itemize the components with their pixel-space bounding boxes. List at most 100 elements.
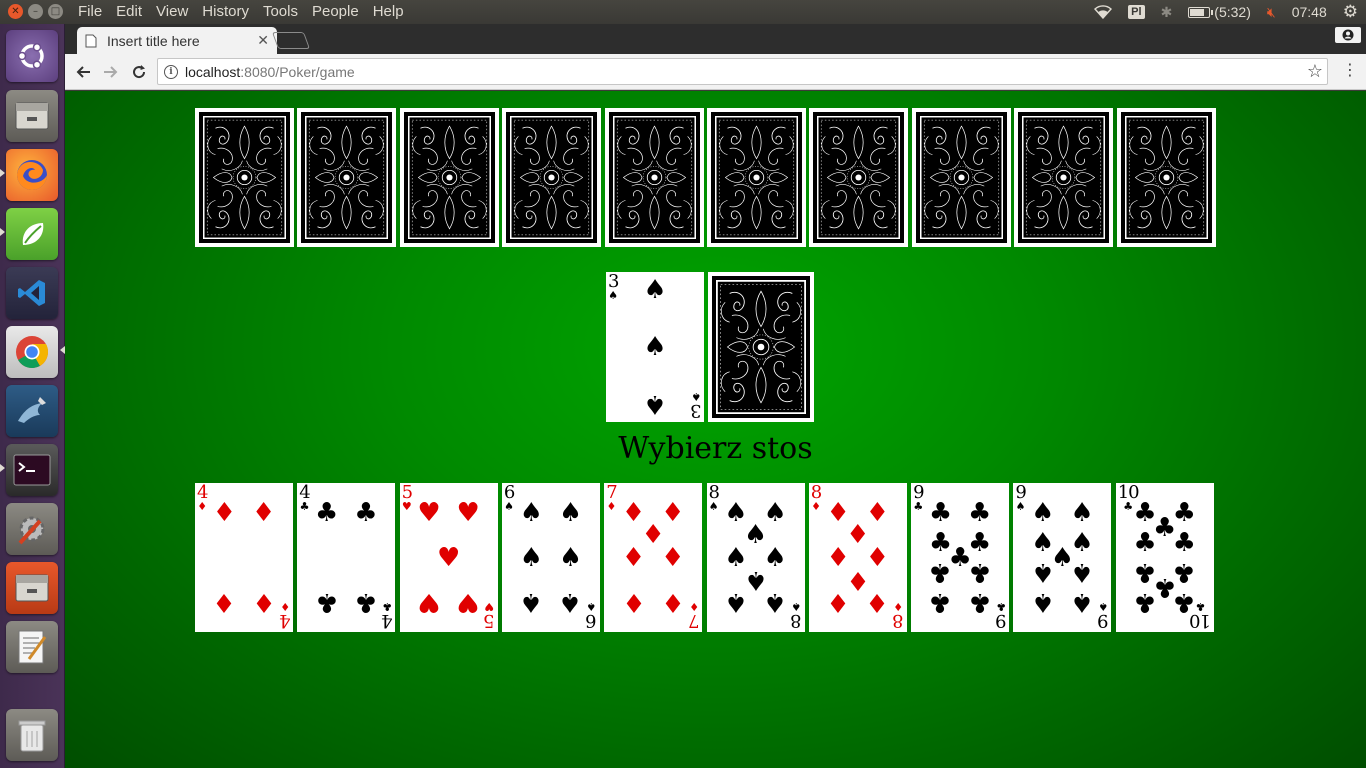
card-suit: ♠ xyxy=(1098,600,1109,613)
wifi-icon[interactable] xyxy=(1086,5,1120,19)
bluetooth-icon[interactable]: ✱ xyxy=(1153,4,1181,21)
card-back-pattern xyxy=(1120,112,1212,243)
gear-icon[interactable]: ⚙ xyxy=(1335,2,1366,22)
discard-pile-card[interactable]: 3 ♠ 3 ♠ ♠ ♠ ♠ xyxy=(606,272,704,422)
suit-pip: ♦ xyxy=(661,542,685,573)
suit-pip: ♣ xyxy=(928,587,953,618)
volume-muted-icon[interactable]: 🔇︎ xyxy=(1259,4,1284,21)
suit-pip: ♠ xyxy=(1031,497,1055,528)
close-window-button[interactable]: ✕ xyxy=(8,4,23,19)
profile-icon[interactable] xyxy=(1335,27,1361,43)
card-back-pattern xyxy=(813,112,905,243)
opponent-card-back[interactable] xyxy=(1014,108,1114,247)
suit-pip: ♠ xyxy=(519,497,543,528)
opponent-card-back[interactable] xyxy=(809,108,909,247)
clock[interactable]: 07:48 xyxy=(1284,4,1335,20)
trash-icon[interactable] xyxy=(6,709,58,761)
card-suit: ♣ xyxy=(995,600,1006,613)
hand-card[interactable]: 9 ♠ 9 ♠ ♠ ♠ ♠ ♠ ♠ ♠ ♠ ♠ ♠ xyxy=(1013,483,1112,632)
maximize-window-button[interactable]: □ xyxy=(48,4,63,19)
keyboard-layout-indicator[interactable]: Pl xyxy=(1120,5,1152,19)
files-icon[interactable] xyxy=(6,90,58,142)
card-suit: ♠ xyxy=(690,390,701,403)
card-rank: 5 xyxy=(484,610,495,631)
suit-pip: ♣ xyxy=(354,587,378,618)
opponent-card-back[interactable] xyxy=(707,108,806,247)
opponent-card-back[interactable] xyxy=(502,108,602,247)
menu-file[interactable]: File xyxy=(71,3,109,20)
card-corner-index: 4 ♣ xyxy=(382,600,392,631)
hand-card[interactable]: 10 ♣ 10 ♣ ♣ ♣ ♣ ♣ ♣ ♣ ♣ ♣ ♣ ♣ xyxy=(1115,483,1214,632)
back-button[interactable] xyxy=(71,60,95,84)
card-suit: ♦ xyxy=(689,600,699,613)
card-suit: ♦ xyxy=(279,600,290,613)
card-corner-index: 9 ♣ xyxy=(913,484,924,513)
system-settings-icon[interactable] xyxy=(6,503,58,555)
suit-pip: ♣ xyxy=(928,557,953,588)
tab-active[interactable]: Insert title here ✕ xyxy=(77,27,277,54)
hand-card[interactable]: 8 ♦ 8 ♦ ♦ ♦ ♦ ♦ ♦ ♦ ♦ ♦ xyxy=(808,483,907,632)
card-rank: 6 xyxy=(586,610,597,631)
hand-card[interactable]: 4 ♣ 4 ♣ ♣ ♣ ♣ ♣ xyxy=(297,483,396,632)
files-icon-2[interactable] xyxy=(6,562,58,614)
menu-view[interactable]: View xyxy=(149,3,195,20)
card-corner-index: 9 ♠ xyxy=(1098,600,1109,631)
mysql-workbench-icon[interactable] xyxy=(6,385,58,437)
text-editor-icon[interactable] xyxy=(6,621,58,673)
suit-pip: ♦ xyxy=(621,542,646,573)
opponent-card-back[interactable] xyxy=(1116,108,1216,247)
new-tab-button[interactable] xyxy=(271,32,311,49)
suit-pip: ♥ xyxy=(436,542,461,573)
ubuntu-dash-icon[interactable] xyxy=(6,30,58,82)
info-icon[interactable]: i xyxy=(164,64,178,79)
opponent-card-back[interactable] xyxy=(297,108,397,247)
system-indicators: Pl ✱ (5:32) 🔇︎ 07:48 ⚙ xyxy=(1086,0,1366,24)
card-corner-index: 8 ♦ xyxy=(893,600,904,631)
suit-pip: ♠ xyxy=(519,542,543,573)
suit-pip: ♠ xyxy=(724,587,748,618)
hand-card[interactable]: 6 ♠ 6 ♠ ♠ ♠ ♠ ♠ ♠ ♠ xyxy=(501,483,600,632)
opponent-card-back[interactable] xyxy=(399,108,499,247)
opponent-card-back[interactable] xyxy=(911,108,1011,247)
opponent-card-back[interactable] xyxy=(195,108,294,247)
vscode-icon[interactable] xyxy=(6,267,58,319)
bookmark-star-icon[interactable]: ☆ xyxy=(1307,61,1323,82)
card-suit: ♣ xyxy=(1123,500,1134,513)
chrome-icon[interactable] xyxy=(6,326,58,378)
card-back-pattern xyxy=(1018,112,1110,243)
reload-button[interactable] xyxy=(127,60,151,84)
draw-pile-card[interactable] xyxy=(708,272,814,422)
card-suit: ♦ xyxy=(893,600,904,613)
choose-pile-prompt: Wybierz stos xyxy=(618,431,813,466)
hand-card[interactable]: 7 ♦ 7 ♦ ♦ ♦ ♦ ♦ ♦ ♦ ♦ xyxy=(604,483,703,632)
app-menu-bar: File Edit View History Tools People Help xyxy=(71,3,411,20)
hand-card[interactable]: 8 ♠ 8 ♠ ♠ ♠ ♠ ♠ ♠ ♠ ♠ ♠ xyxy=(706,483,805,632)
menu-tools[interactable]: Tools xyxy=(256,3,305,20)
poker-game-page: 3 ♠ 3 ♠ ♠ ♠ ♠ Wybierz stos 4 ♦ 4 ♦ ♦ ♦ ♦ ♦ 4 ♣ 4 ♣ ♣ ♣ ♣ ♣ 5 ♥ 5… xyxy=(65,91,1366,768)
browser-menu-icon[interactable]: ⋮ xyxy=(1342,62,1358,78)
card-corner-index: 6 ♠ xyxy=(586,600,597,631)
hand-card[interactable]: 9 ♣ 9 ♣ ♣ ♣ ♣ ♣ ♣ ♣ ♣ ♣ ♣ xyxy=(911,483,1010,632)
suit-pip: ♥ xyxy=(417,497,441,528)
terminal-icon[interactable] xyxy=(6,444,58,496)
forward-button[interactable] xyxy=(99,60,123,84)
close-tab-icon[interactable]: ✕ xyxy=(257,33,269,49)
menu-help[interactable]: Help xyxy=(366,3,411,20)
hand-card[interactable]: 5 ♥ 5 ♥ ♥ ♥ ♥ ♥ ♥ xyxy=(399,483,498,632)
suit-pip: ♦ xyxy=(212,587,237,618)
spring-tool-suite-icon[interactable] xyxy=(6,208,58,260)
minimize-window-button[interactable]: – xyxy=(28,4,43,19)
battery-indicator[interactable]: (5:32) xyxy=(1180,4,1259,20)
firefox-icon[interactable] xyxy=(6,149,58,201)
menu-edit[interactable]: Edit xyxy=(109,3,149,20)
address-bar[interactable]: i localhost:8080/Poker/game ☆ xyxy=(157,58,1328,85)
card-corner-index: 9 ♣ xyxy=(995,600,1006,631)
suit-pip: ♠ xyxy=(519,587,543,618)
hand-card[interactable]: 4 ♦ 4 ♦ ♦ ♦ ♦ ♦ xyxy=(195,483,293,632)
opponent-card-back[interactable] xyxy=(604,108,704,247)
card-rank: 7 xyxy=(688,610,700,631)
suit-pip: ♣ xyxy=(968,557,992,588)
card-rank: 3 xyxy=(690,400,701,421)
menu-people[interactable]: People xyxy=(305,3,366,20)
menu-history[interactable]: History xyxy=(195,3,256,20)
